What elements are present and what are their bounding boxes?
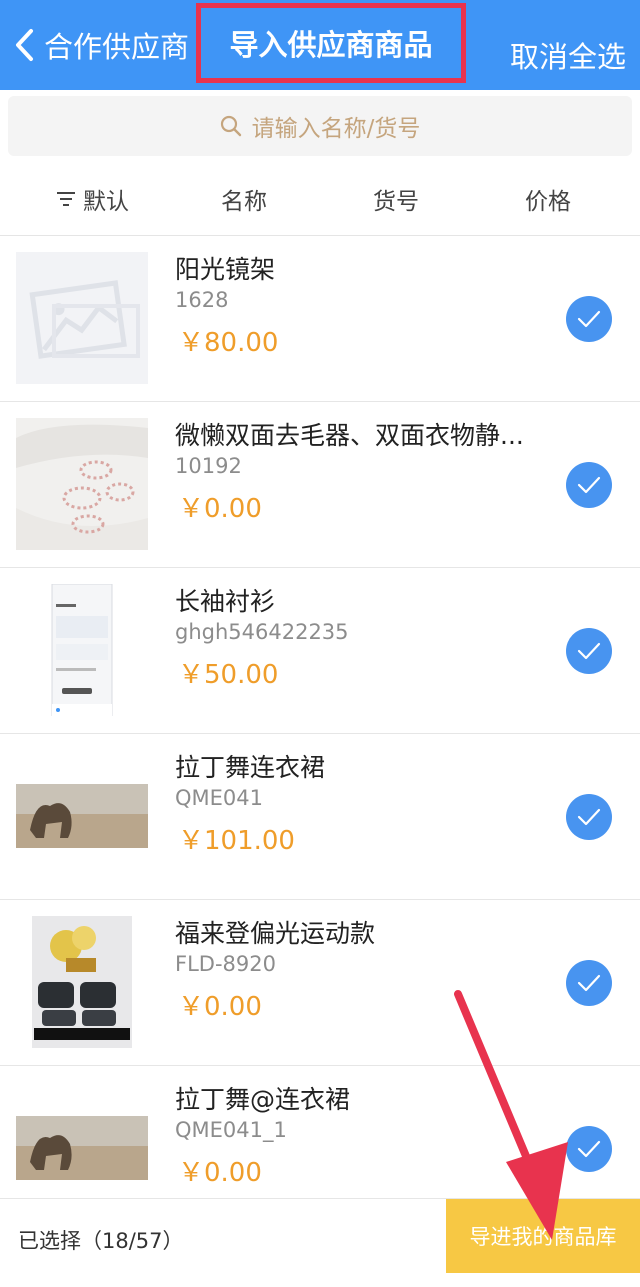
sort-name-tab[interactable]: 名称 (221, 182, 267, 216)
sort-code-label: 货号 (373, 189, 419, 215)
search-input[interactable]: 请输入名称/货号 (8, 96, 632, 156)
product-image (16, 750, 148, 882)
product-price: ￥101.00 (178, 826, 295, 856)
product-row[interactable]: 阳光镜架 1628 ￥80.00 (0, 236, 640, 402)
page-title: 导入供应商商品 (229, 28, 433, 62)
page-title-box: 导入供应商商品 (196, 3, 466, 83)
cancel-select-all-button[interactable]: 取消全选 (510, 34, 626, 76)
product-code: 10192 (175, 454, 242, 478)
product-name: 拉丁舞@连衣裙 (175, 1085, 351, 1114)
product-name: 福来登偏光运动款 (175, 919, 376, 948)
product-row[interactable]: 福来登偏光运动款 FLD-8920 ￥0.00 (0, 900, 640, 1066)
sort-price-tab[interactable]: 价格 (525, 182, 571, 216)
sunglasses-photo (16, 916, 148, 1048)
sort-code-tab[interactable]: 货号 (373, 182, 419, 216)
product-checkbox[interactable] (566, 628, 612, 674)
filter-icon (57, 192, 75, 206)
product-code: ghgh546422235 (175, 620, 349, 644)
bracelet-photo (16, 418, 148, 550)
import-to-my-library-button[interactable]: 导进我的商品库 (446, 1199, 640, 1273)
checkmark-icon (577, 974, 601, 992)
product-image-placeholder (16, 252, 148, 384)
back-label: 合作供应商 (44, 30, 190, 64)
search-bar: 请输入名称/货号 (0, 90, 640, 160)
product-row[interactable]: 长袖衬衫 ghgh546422235 ￥50.00 (0, 568, 640, 734)
search-icon (220, 115, 241, 137)
product-code: 1628 (175, 288, 229, 312)
product-price: ￥50.00 (178, 660, 279, 690)
horse-photo (16, 1082, 148, 1214)
product-checkbox[interactable] (566, 462, 612, 508)
sort-default-tab[interactable]: 默认 (55, 182, 129, 216)
product-image (16, 418, 148, 550)
product-checkbox[interactable] (566, 1126, 612, 1172)
checkmark-icon (577, 642, 601, 660)
checkmark-icon (577, 310, 601, 328)
product-price: ￥80.00 (178, 328, 279, 358)
product-name: 微懒双面去毛器、双面衣物静... (175, 421, 524, 450)
nav-bar: 合作供应商 导入供应商商品 取消全选 (0, 0, 640, 90)
back-button[interactable]: 合作供应商 (12, 24, 189, 66)
product-name: 长袖衬衫 (175, 587, 276, 616)
product-row[interactable]: 拉丁舞连衣裙 QME041 ￥101.00 (0, 734, 640, 900)
product-checkbox[interactable] (566, 960, 612, 1006)
product-image (16, 584, 148, 716)
image-placeholder-icon (16, 252, 148, 384)
product-name: 阳光镜架 (175, 255, 276, 284)
product-code: QME041_1 (175, 1118, 287, 1142)
sort-bar: 默认 名称 货号 价格 (0, 160, 640, 236)
sort-price-label: 价格 (525, 189, 571, 215)
product-price: ￥0.00 (178, 1158, 262, 1188)
product-row[interactable]: 微懒双面去毛器、双面衣物静... 10192 ￥0.00 (0, 402, 640, 568)
selected-count: 已选择（18/57） (18, 1229, 184, 1253)
product-name: 拉丁舞连衣裙 (175, 753, 326, 782)
screenshot-photo (16, 584, 148, 716)
sort-default-label: 默认 (83, 189, 129, 215)
product-image (16, 1082, 148, 1214)
product-price: ￥0.00 (178, 992, 262, 1022)
chevron-left-icon (16, 29, 33, 61)
horse-photo (16, 750, 148, 882)
product-list: 阳光镜架 1628 ￥80.00 微懒双面去毛器、双面衣物静... 10192 … (0, 236, 640, 1232)
product-image (16, 916, 148, 1048)
product-checkbox[interactable] (566, 296, 612, 342)
checkmark-icon (577, 476, 601, 494)
product-checkbox[interactable] (566, 794, 612, 840)
footer-bar: 已选择（18/57） 导进我的商品库 (0, 1198, 640, 1287)
checkmark-icon (577, 808, 601, 826)
sort-name-label: 名称 (221, 189, 267, 215)
product-code: QME041 (175, 786, 263, 810)
product-code: FLD-8920 (175, 952, 276, 976)
search-placeholder: 请输入名称/货号 (251, 116, 421, 142)
product-price: ￥0.00 (178, 494, 262, 524)
checkmark-icon (577, 1140, 601, 1158)
